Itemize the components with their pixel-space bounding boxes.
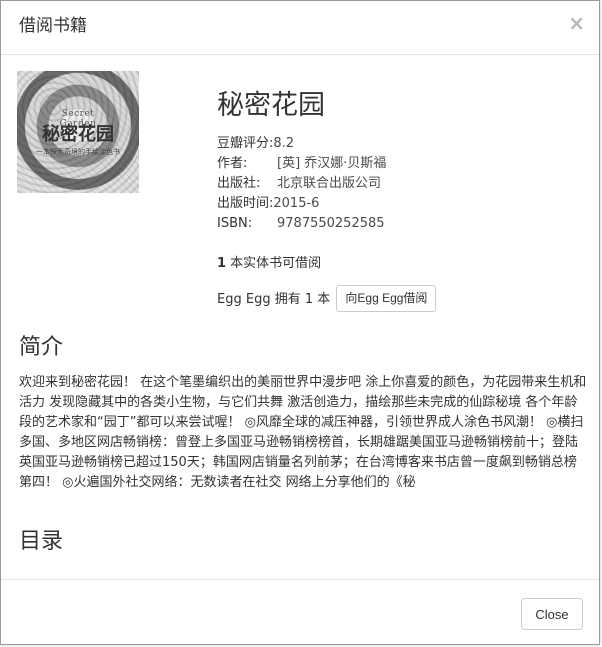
isbn-value: 9787550252585 xyxy=(277,216,385,231)
publish-date-value: 2015-6 xyxy=(273,196,320,211)
owner-text: Egg Egg 拥有 1 本 xyxy=(217,292,331,307)
publish-date-label: 出版时间: xyxy=(217,196,274,211)
availability-text: 1 本实体书可借阅 xyxy=(217,254,321,274)
rating-label: 豆瓣评分: xyxy=(217,136,274,151)
close-button[interactable]: Close xyxy=(521,598,583,630)
close-icon[interactable]: × xyxy=(568,11,585,35)
availability-label: 本实体书可借阅 xyxy=(226,256,322,271)
publish-date-row: 出版时间:2015-6 xyxy=(217,194,386,214)
owner-line: Egg Egg 拥有 1 本 向Egg Egg借阅 xyxy=(217,285,437,314)
borrow-from-owner-button[interactable]: 向Egg Egg借阅 xyxy=(336,285,437,312)
rating-value: 8.2 xyxy=(273,136,295,151)
rating-row: 豆瓣评分:8.2 xyxy=(217,134,386,154)
footer-divider xyxy=(1,579,599,580)
isbn-row: ISBN: 9787550252585 xyxy=(217,214,386,234)
cover-main-text: 秘密花园 xyxy=(42,124,114,145)
author-label: 作者: xyxy=(217,156,248,171)
intro-heading: 简介 xyxy=(19,335,64,360)
borrow-book-modal: 借阅书籍 × Secret Garden 秘密花园 一本探索奇境的手绘涂色书 秘… xyxy=(0,0,600,645)
isbn-label: ISBN: xyxy=(217,216,253,231)
publisher-label: 出版社: xyxy=(217,176,261,191)
book-title: 秘密花园 xyxy=(217,90,325,121)
publisher-row: 出版社: 北京联合出版公司 xyxy=(217,174,386,194)
publisher-value: 北京联合出版公司 xyxy=(277,176,382,191)
author-value: [英] 乔汉娜·贝斯福 xyxy=(277,156,387,171)
modal-title: 借阅书籍 xyxy=(19,16,87,36)
book-metadata: 豆瓣评分:8.2 作者: [英] 乔汉娜·贝斯福 出版社: 北京联合出版公司 出版时… xyxy=(217,134,386,234)
cover-subtitle: 一本探索奇境的手绘涂色书 xyxy=(36,148,120,156)
book-cover: Secret Garden 秘密花园 一本探索奇境的手绘涂色书 xyxy=(17,71,139,193)
modal-header: 借阅书籍 × xyxy=(1,1,599,55)
available-count: 1 xyxy=(217,256,227,271)
author-row: 作者: [英] 乔汉娜·贝斯福 xyxy=(217,154,386,174)
toc-heading: 目录 xyxy=(19,529,64,554)
intro-text: 欢迎来到秘密花园！ 在这个笔墨编织出的美丽世界中漫步吧 涂上你喜爱的颜色，为花园… xyxy=(19,375,587,490)
